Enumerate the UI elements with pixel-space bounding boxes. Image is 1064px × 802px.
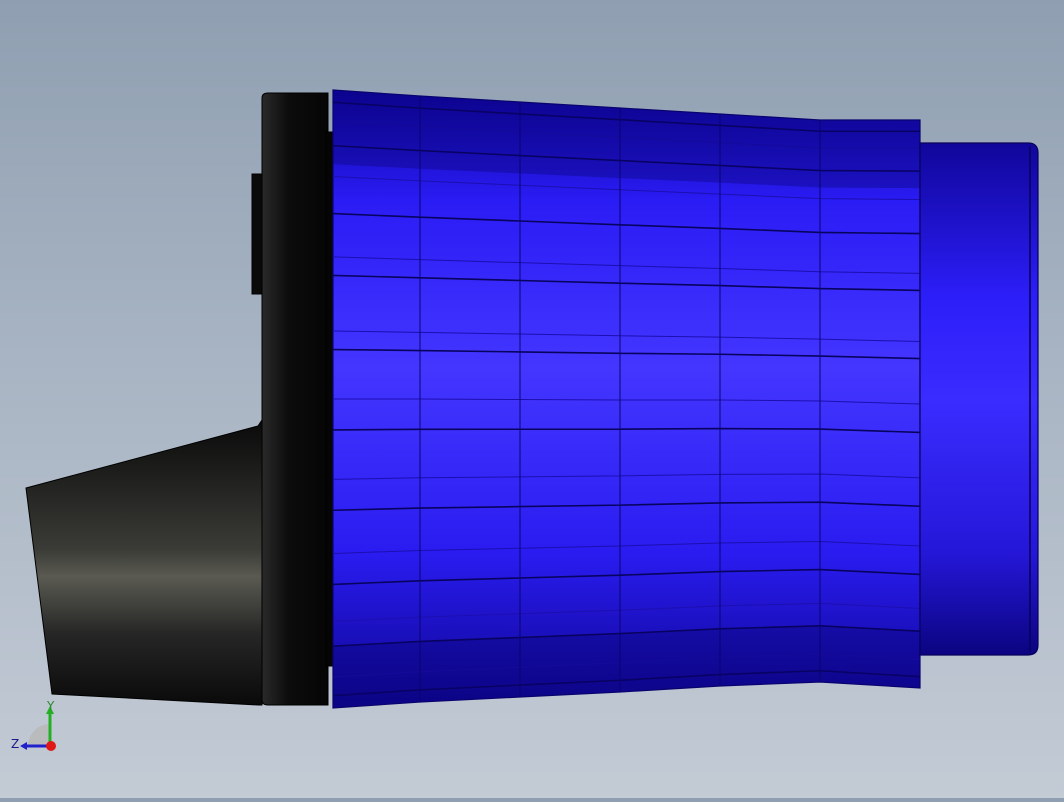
triad-quadrant bbox=[28, 724, 50, 746]
z-axis-label: Z bbox=[11, 737, 19, 751]
axis-triad: Y Z bbox=[8, 698, 68, 758]
ribbed-body[interactable] bbox=[332, 89, 921, 709]
y-axis-label: Y bbox=[46, 699, 55, 713]
model-render[interactable] bbox=[0, 0, 1064, 798]
end-cap[interactable] bbox=[251, 92, 335, 706]
z-arrowhead bbox=[20, 742, 27, 750]
nozzle[interactable] bbox=[25, 418, 263, 706]
front-cap[interactable] bbox=[919, 142, 1039, 656]
x-axis-origin bbox=[46, 741, 56, 751]
cad-viewport[interactable]: Y Z bbox=[0, 0, 1064, 798]
